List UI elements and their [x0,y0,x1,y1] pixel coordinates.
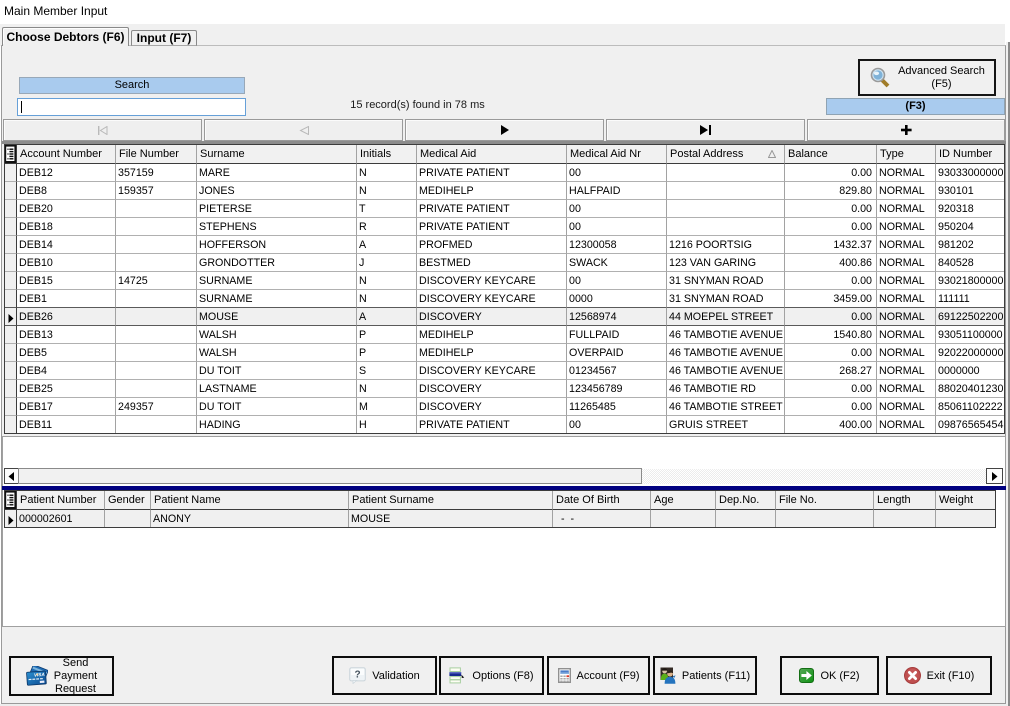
svg-text:VISA: VISA [34,671,45,677]
svg-text:?: ? [355,670,361,681]
